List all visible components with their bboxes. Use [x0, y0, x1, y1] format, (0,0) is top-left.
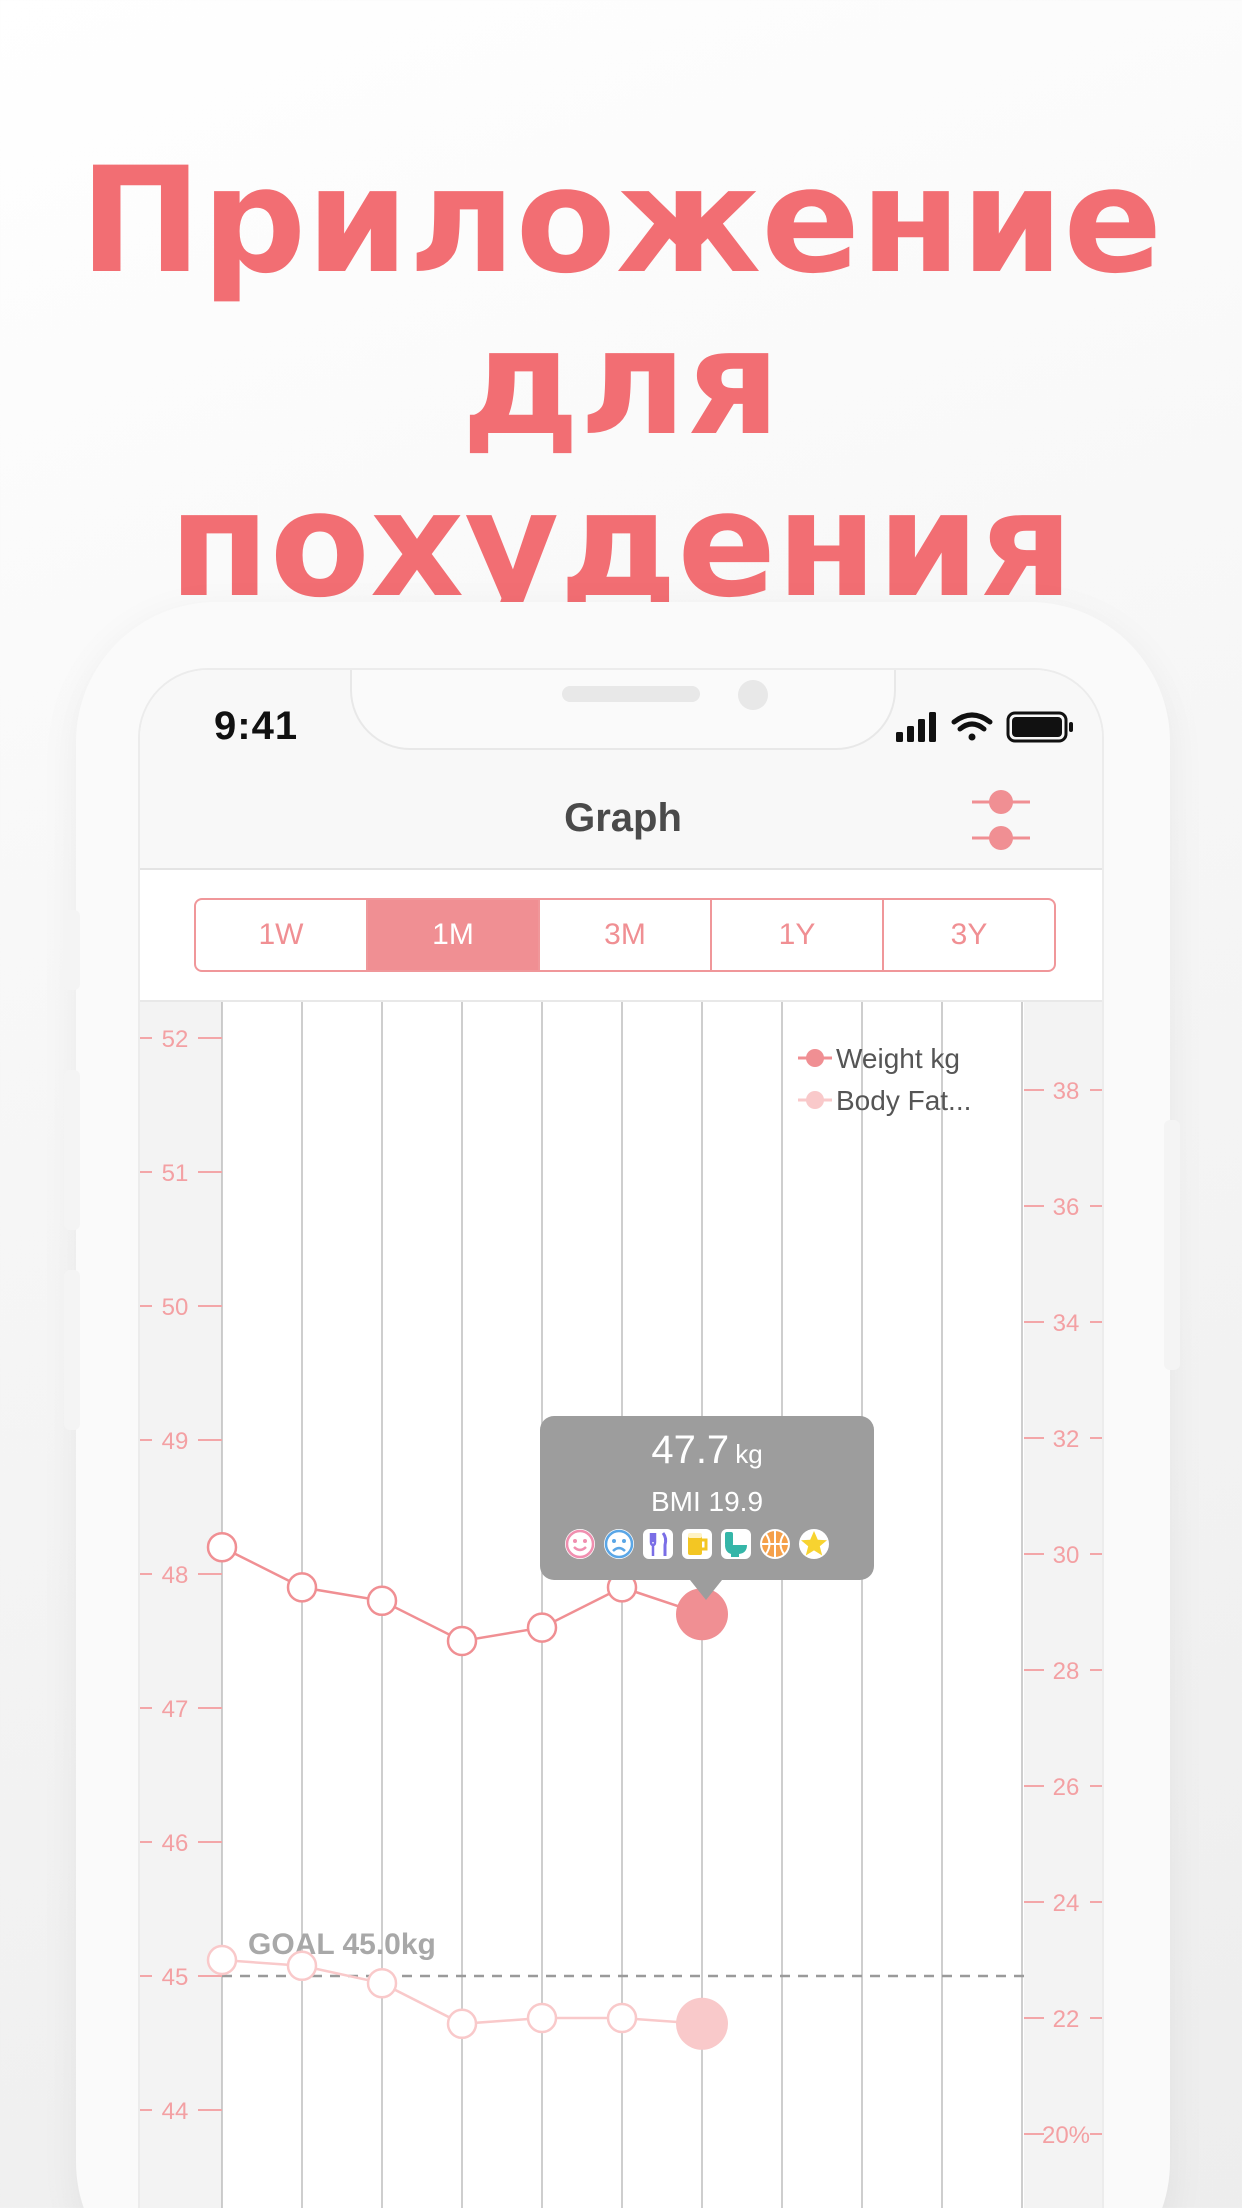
right-tick-label: 22: [1053, 2006, 1080, 2033]
segment-1w[interactable]: 1W: [196, 900, 368, 970]
speaker: [562, 686, 700, 702]
headline-line-1: Приложение: [79, 136, 1163, 306]
legend-weight-label: Weight kg: [836, 1043, 960, 1074]
chart-legend: Weight kg Body Fat...: [798, 1043, 971, 1116]
volume-down-button: [64, 1270, 80, 1430]
battery-icon: [1006, 711, 1073, 743]
power-button: [1164, 1120, 1180, 1370]
right-tick-label: 36: [1053, 1194, 1080, 1221]
fork-knife-icon: [643, 1529, 673, 1559]
left-tick-label: 51: [162, 1160, 189, 1187]
tooltip-weight-unit: kg: [735, 1439, 763, 1469]
right-tick-label: 24: [1053, 1890, 1080, 1917]
right-tick-label: 34: [1053, 1310, 1080, 1337]
headline: Приложение для похудения: [0, 140, 1242, 626]
weight-point[interactable]: [446, 1625, 478, 1657]
right-tick-label: 30: [1053, 1542, 1080, 1569]
weight-point[interactable]: [286, 1572, 318, 1603]
left-tick-label: 46: [162, 1830, 189, 1857]
status-icons: [896, 710, 1076, 748]
body-fat-point[interactable]: [366, 1967, 398, 1999]
basketball-icon: [760, 1529, 790, 1559]
notch: [350, 670, 896, 750]
weight-point[interactable]: [366, 1585, 398, 1617]
right-tick-label: 38: [1053, 1078, 1080, 1105]
volume-up-button: [64, 1070, 80, 1230]
body-fat-point[interactable]: [526, 2002, 558, 2034]
right-tick-label: 20%: [1042, 2122, 1090, 2149]
nav-bar: Graph: [140, 770, 1102, 870]
front-camera: [738, 680, 768, 710]
left-tick-label: 48: [162, 1562, 189, 1589]
legend-fat-marker: [806, 1091, 824, 1109]
left-tick-label: 44: [162, 2098, 189, 2125]
segment-1y[interactable]: 1Y: [712, 900, 884, 970]
phone-screen: 9:41 Graph 1W 1M 3M 1Y 3Y 52 51 50 49 48…: [138, 668, 1104, 2208]
tooltip-weight: 47.7 kg: [540, 1428, 874, 1473]
toilet-icon: [721, 1529, 751, 1559]
body-fat-point[interactable]: [206, 1944, 238, 1976]
legend-weight-marker: [806, 1049, 824, 1067]
segment-3y[interactable]: 3Y: [884, 900, 1054, 970]
body-fat-point[interactable]: [286, 1950, 318, 1982]
right-tick-label: 32: [1053, 1426, 1080, 1453]
body-fat-point[interactable]: [676, 1997, 728, 2050]
tooltip-weight-value: 47.7: [651, 1428, 730, 1472]
segment-3m[interactable]: 3M: [540, 900, 712, 970]
body-fat-point[interactable]: [606, 2002, 638, 2034]
period-segmented-control: 1W 1M 3M 1Y 3Y: [194, 898, 1056, 972]
wifi-icon: [951, 712, 993, 741]
segment-1m[interactable]: 1M: [368, 900, 540, 970]
left-tick-label: 50: [162, 1294, 189, 1321]
right-tick-label: 26: [1053, 1774, 1080, 1801]
body-fat-point[interactable]: [446, 2008, 478, 2040]
beer-icon: [682, 1529, 712, 1559]
data-point-tooltip: 47.7 kg BMI 19.9: [540, 1416, 874, 1600]
weight-point[interactable]: [526, 1612, 558, 1643]
legend-fat-label: Body Fat...: [836, 1085, 971, 1116]
right-tick-label: 28: [1053, 1658, 1080, 1685]
tooltip-bmi: BMI 19.9: [650, 1486, 764, 1517]
left-tick-label: 47: [162, 1696, 189, 1723]
filter-sliders-icon[interactable]: [966, 784, 1036, 856]
sad-icon: [604, 1529, 634, 1559]
tooltip-icons: [564, 1528, 830, 1560]
page-title: Graph: [564, 796, 682, 840]
mute-switch: [64, 910, 80, 990]
goal-label: GOAL 45.0kg: [248, 1928, 436, 1961]
left-tick-label: 49: [162, 1428, 189, 1455]
left-tick-label: 52: [162, 1026, 189, 1053]
headline-line-2: для похудения: [168, 298, 1074, 630]
smile-icon: [565, 1529, 595, 1559]
left-tick-label: 45: [162, 1964, 189, 1991]
signal-icon: [896, 712, 936, 742]
status-time: 9:41: [214, 704, 299, 748]
weight-chart[interactable]: 52 51 50 49 48 47 46 45 44 38 36 34 32 30 28 26 24 22 20%…: [140, 1002, 1104, 2208]
weight-point[interactable]: [206, 1531, 238, 1563]
status-bar: 9:41: [140, 670, 1102, 770]
star-icon: [799, 1529, 829, 1559]
